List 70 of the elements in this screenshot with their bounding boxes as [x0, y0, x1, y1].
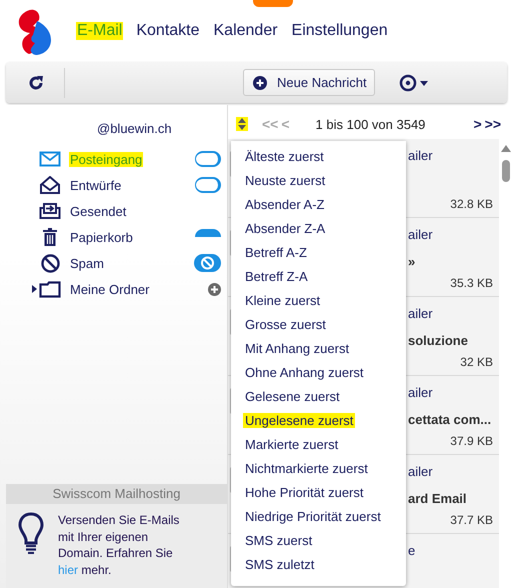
folder-item[interactable]: Gesendet	[69, 204, 128, 218]
message-sender: e	[408, 543, 416, 560]
sort-option[interactable]: SMS zuerst	[231, 529, 406, 553]
pager-button[interactable]: >	[473, 116, 482, 132]
message-sender: ailer	[408, 306, 434, 323]
message-size: 37.7 KB	[450, 513, 493, 527]
sort-option[interactable]: Gelesene zuerst	[231, 385, 406, 409]
sort-option[interactable]: Betreff A-Z	[231, 241, 406, 265]
sort-button[interactable]	[236, 117, 248, 131]
sort-icon	[238, 118, 246, 130]
scrollbar-thumb[interactable]	[502, 160, 510, 182]
message-subject: soluzione	[408, 333, 469, 349]
add-folder-icon[interactable]	[208, 282, 221, 296]
logo-icon	[17, 7, 53, 55]
count-badge	[195, 229, 221, 237]
top-tab[interactable]	[253, 0, 293, 7]
sort-option[interactable]: Nichtmarkierte zuerst	[231, 457, 406, 481]
message-sender: ailer	[408, 464, 434, 481]
sort-option[interactable]: Grosse zuerst	[231, 313, 406, 337]
promo-text: Versenden Sie E-Mails mit Ihrer eigenen Domain. Erfahren Sie hier mehr.	[58, 512, 180, 578]
message-sender: ailer	[408, 385, 434, 402]
message-subject: cettata com...	[408, 412, 492, 428]
folder-item[interactable]: Entwürfe	[69, 178, 122, 192]
sort-option[interactable]: Hohe Priorität zuerst	[231, 481, 406, 505]
nav-tab[interactable]: Kalender	[212, 22, 279, 40]
page-range: 1 bis 100 von 3549	[316, 116, 426, 132]
count-badge	[195, 151, 221, 167]
message-size: 35.3 KB	[450, 276, 493, 290]
message-subject: »	[408, 254, 416, 270]
envelope-icon	[39, 151, 61, 167]
refresh-icon[interactable]	[28, 74, 44, 90]
new-message-button[interactable]: Neue Nachricht	[243, 69, 375, 96]
account-address: @bluewin.ch	[96, 120, 173, 138]
sort-option[interactable]: Betreff Z-A	[231, 265, 406, 289]
sort-option[interactable]: Niedrige Priorität zuerst	[231, 505, 406, 529]
message-size: 32 KB	[460, 355, 493, 369]
scroll-up-icon[interactable]	[501, 145, 511, 152]
message-subject: ard Email	[408, 491, 468, 507]
pager-button[interactable]: >>	[484, 116, 501, 132]
no-entry-badge-icon	[194, 254, 221, 272]
sort-option[interactable]: Kleine zuerst	[231, 289, 406, 313]
message-sender: ailer	[408, 148, 434, 165]
folder-item[interactable]: Spam	[69, 256, 105, 270]
trash-icon	[42, 228, 58, 246]
count-badge	[195, 177, 221, 193]
plus-icon	[253, 76, 267, 90]
message-sender: ailer	[408, 227, 434, 244]
promo-title: Swisscom Mailhosting	[6, 484, 227, 504]
sort-option[interactable]: Ungelesene zuerst	[231, 409, 406, 433]
no-entry-icon	[40, 254, 60, 272]
sort-option[interactable]: Älteste zuerst	[231, 145, 406, 169]
sort-option[interactable]: Absender Z-A	[231, 217, 406, 241]
lightbulb-icon	[18, 512, 44, 554]
message-size: 32.8 KB	[450, 197, 493, 211]
folder-item[interactable]: Meine Ordner	[69, 282, 150, 296]
folder-icon	[39, 280, 61, 298]
nav-tab[interactable]: Einstellungen	[290, 22, 389, 40]
sort-option[interactable]: Ohne Anhang zuerst	[231, 361, 406, 385]
sort-option[interactable]: SMS zuletzt	[231, 553, 406, 577]
outbox-icon	[39, 203, 61, 219]
sort-option[interactable]: Neuste zuerst	[231, 169, 406, 193]
folder-item[interactable]: Papierkorb	[69, 230, 134, 244]
expand-icon[interactable]	[32, 285, 37, 293]
nav-tab[interactable]: Kontakte	[135, 22, 200, 40]
sort-option[interactable]: Markierte zuerst	[231, 433, 406, 457]
settings-icon[interactable]	[398, 74, 429, 92]
message-size: 37.9 KB	[450, 434, 493, 448]
open-envelope-icon	[39, 176, 61, 194]
sort-option[interactable]: Mit Anhang zuerst	[231, 337, 406, 361]
sort-option[interactable]: Absender A-Z	[231, 193, 406, 217]
